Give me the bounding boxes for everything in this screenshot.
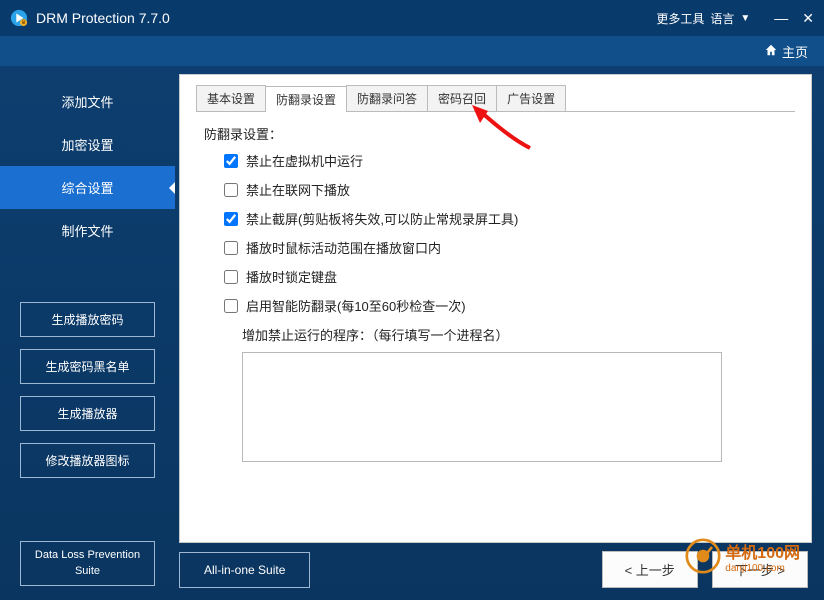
checkbox[interactable] — [224, 241, 238, 255]
gen-password-blacklist-button[interactable]: 生成密码黑名单 — [20, 349, 155, 384]
settings-panel: 基本设置 防翻录设置 防翻录问答 密码召回 广告设置 防翻录设置： 禁止在虚拟机… — [179, 74, 812, 543]
language-link[interactable]: 语言 — [710, 10, 734, 27]
home-link[interactable]: 主页 — [782, 42, 808, 61]
checkbox[interactable] — [224, 270, 238, 284]
checkbox[interactable] — [224, 183, 238, 197]
tab-basic[interactable]: 基本设置 — [196, 85, 266, 111]
edit-player-icon-button[interactable]: 修改播放器图标 — [20, 443, 155, 478]
blocked-process-label: 增加禁止运行的程序：（每行填写一个进程名） — [242, 325, 795, 344]
app-title: DRM Protection 7.7.0 — [36, 10, 656, 26]
option-disable-online-play[interactable]: 禁止在联网下播放 — [224, 180, 795, 199]
gen-play-password-button[interactable]: 生成播放密码 — [20, 302, 155, 337]
sidebar-item-label: 制作文件 — [61, 224, 113, 239]
titlebar-tools: 更多工具 语言 ▼ — ✕ — [656, 10, 814, 27]
sidebar-buttons: 生成播放密码 生成密码黑名单 生成播放器 修改播放器图标 — [0, 302, 175, 478]
sidebar-item-make-file[interactable]: 制作文件 — [0, 209, 175, 252]
prev-step-button[interactable]: < 上一步 — [602, 551, 698, 588]
main-area: 添加文件 加密设置 综合设置 制作文件 生成播放密码 生成密码黑名单 生成播放器… — [0, 66, 824, 600]
tab-anti-record[interactable]: 防翻录设置 — [265, 86, 347, 112]
more-tools-link[interactable]: 更多工具 — [656, 10, 704, 27]
option-disable-vm[interactable]: 禁止在虚拟机中运行 — [224, 151, 795, 170]
home-icon[interactable] — [764, 43, 778, 60]
sidebar-item-label: 综合设置 — [61, 181, 113, 196]
sidebar-item-add-file[interactable]: 添加文件 — [0, 80, 175, 123]
option-label: 播放时锁定键盘 — [246, 267, 337, 286]
option-lock-keyboard[interactable]: 播放时锁定键盘 — [224, 267, 795, 286]
tab-ad-settings[interactable]: 广告设置 — [496, 85, 566, 111]
option-label: 禁止在虚拟机中运行 — [246, 151, 363, 170]
tab-password-recall[interactable]: 密码召回 — [427, 85, 497, 111]
sidebar-item-label: 添加文件 — [61, 95, 113, 110]
checkbox[interactable] — [224, 154, 238, 168]
option-label: 禁止在联网下播放 — [246, 180, 350, 199]
option-label: 禁止截屏(剪贴板将失效,可以防止常规录屏工具) — [246, 209, 518, 228]
app-logo-icon — [10, 9, 28, 27]
minimize-button[interactable]: — — [774, 10, 788, 27]
sidebar: 添加文件 加密设置 综合设置 制作文件 生成播放密码 生成密码黑名单 生成播放器… — [0, 66, 175, 600]
blocked-process-textarea[interactable] — [242, 352, 722, 462]
allinone-suite-button[interactable]: All-in-one Suite — [179, 552, 310, 588]
checkbox[interactable] — [224, 212, 238, 226]
option-disable-screenshot[interactable]: 禁止截屏(剪贴板将失效,可以防止常规录屏工具) — [224, 209, 795, 228]
sidebar-item-encrypt-settings[interactable]: 加密设置 — [0, 123, 175, 166]
bottom-row: All-in-one Suite < 上一步 下一步 > — [179, 551, 812, 588]
tabs: 基本设置 防翻录设置 防翻录问答 密码召回 广告设置 — [196, 85, 795, 112]
option-restrict-mouse[interactable]: 播放时鼠标活动范围在播放窗口内 — [224, 238, 795, 257]
dlp-suite-button[interactable]: Data Loss Prevention Suite — [20, 541, 155, 586]
checkbox[interactable] — [224, 299, 238, 313]
option-label: 播放时鼠标活动范围在播放窗口内 — [246, 238, 441, 257]
gen-player-button[interactable]: 生成播放器 — [20, 396, 155, 431]
close-button[interactable]: ✕ — [802, 10, 814, 27]
option-smart-antirecord[interactable]: 启用智能防翻录(每10至60秒检查一次) — [224, 296, 795, 315]
next-step-button[interactable]: 下一步 > — [712, 551, 808, 588]
title-bar: DRM Protection 7.7.0 更多工具 语言 ▼ — ✕ — [0, 0, 824, 36]
section-title: 防翻录设置： — [204, 124, 795, 143]
content-wrap: 基本设置 防翻录设置 防翻录问答 密码召回 广告设置 防翻录设置： 禁止在虚拟机… — [175, 66, 824, 600]
checkbox-list: 禁止在虚拟机中运行 禁止在联网下播放 禁止截屏(剪贴板将失效,可以防止常规录屏工… — [224, 151, 795, 315]
top-bar: 主页 — [0, 36, 824, 66]
tab-anti-record-qa[interactable]: 防翻录问答 — [346, 85, 428, 111]
chevron-down-icon[interactable]: ▼ — [740, 13, 750, 24]
sidebar-item-general-settings[interactable]: 综合设置 — [0, 166, 175, 209]
sidebar-item-label: 加密设置 — [61, 138, 113, 153]
option-label: 启用智能防翻录(每10至60秒检查一次) — [246, 296, 466, 315]
